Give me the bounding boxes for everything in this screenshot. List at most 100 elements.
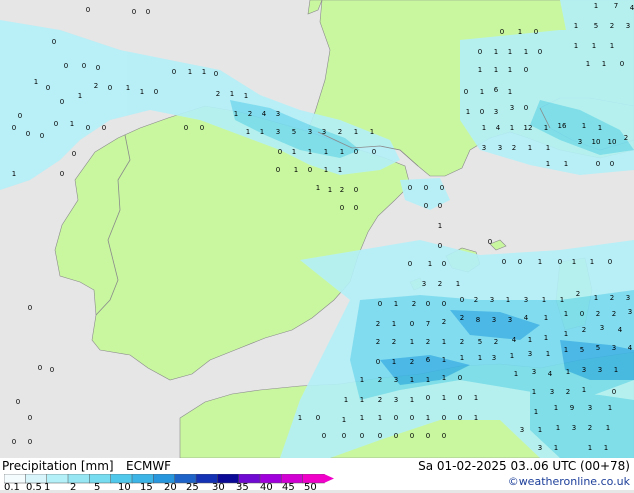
precip-value: 0 [438,202,442,210]
precip-value: 0 [488,238,492,246]
precip-value: 2 [442,318,446,326]
precip-value: 0 [172,68,176,76]
precip-value: 4 [630,4,634,12]
precip-value: 0 [12,438,16,446]
legend-tick: 20 [164,482,177,493]
precip-value: 0 [480,108,484,116]
precip-value: 1 [410,376,414,384]
precip-value: 0 [86,6,90,14]
precip-value: 3 [276,110,280,118]
precip-value: 0 [316,414,320,422]
precip-value: 0 [408,260,412,268]
precip-value: 4 [512,336,517,344]
precip-value: 1 [442,338,446,346]
precip-value: 0 [108,84,112,92]
precip-value: 0 [612,388,616,396]
precip-value: 5 [594,22,598,30]
precip-value: 2 [494,338,498,346]
precip-value: 2 [216,90,220,98]
legend-tick: 25 [186,482,199,493]
precip-value: 0 [102,124,106,132]
precip-value: 1 [506,296,510,304]
precip-value: 3 [588,404,592,412]
precip-value: 0 [558,258,562,266]
precip-value: 1 [574,42,578,50]
precip-value: 1 [582,122,586,130]
precip-value: 0 [620,60,624,68]
precip-value: 1 [442,374,446,382]
legend-tick: 40 [260,482,273,493]
precip-value: 1 [594,294,598,302]
precip-value: 1 [508,88,512,96]
precip-value: 1 [12,170,16,178]
precip-value: 0 [524,66,528,74]
precip-value: 1 [534,408,538,416]
precip-value: 1 [70,120,74,128]
precip-value: 2 [582,326,586,334]
precip-value: 0 [340,204,344,212]
precip-value: 0 [442,414,446,422]
precip-value: 12 [524,124,533,132]
precip-value: 1 [360,414,364,422]
legend-title: Precipitation [mm] [2,459,114,473]
precip-value: 3 [538,444,542,452]
precip-value: 1 [394,300,398,308]
credit-link[interactable]: ©weatheronline.co.uk [508,475,630,488]
precip-value: 1 [466,108,470,116]
precip-value: 4 [628,344,633,352]
precip-value: 1 [78,92,82,100]
precip-value: 1 [564,330,568,338]
precip-value: 0 [538,48,542,56]
precip-value: 0 [394,432,398,440]
precip-value: 1 [610,42,614,50]
precip-value: 1 [546,350,550,358]
precip-value: 3 [494,108,498,116]
precip-value: 3 [492,316,496,324]
precip-value: 0 [424,202,428,210]
precip-value: 1 [426,376,430,384]
precip-value: 1 [426,414,430,422]
precip-value: 0 [72,150,76,158]
precip-value: 1 [564,310,568,318]
precip-value: 5 [580,346,584,354]
precip-value: 0 [378,300,382,308]
legend-tick: 5 [94,482,101,493]
precip-value: 1 [456,280,460,288]
precip-value: 3 [498,144,502,152]
precip-value: 2 [378,396,382,404]
precip-value: 1 [604,444,608,452]
precip-value: 1 [438,222,442,230]
precip-value: 2 [340,186,344,194]
precip-value: 1 [246,128,250,136]
precip-value: 0 [580,310,584,318]
precip-value: 0 [342,432,346,440]
precip-value: 5 [292,128,296,136]
precip-value: 1 [360,376,364,384]
precip-value: 3 [422,280,426,288]
precip-value: 3 [532,368,536,376]
precip-value: 1 [140,88,144,96]
precip-value: 1 [202,68,206,76]
precip-value: 0 [96,64,100,72]
precip-value: 1 [360,396,364,404]
precip-value: 0 [502,258,506,266]
precip-value: 0 [26,130,30,138]
precip-value: 3 [572,424,576,432]
precip-value: 0 [154,88,158,96]
legend-footer: Precipitation [mm] ECMWF Sa 01-02-2025 0… [0,458,634,493]
precip-value: 0 [426,300,430,308]
precip-value: 1 [602,60,606,68]
precip-value: 0 [442,300,446,308]
precip-value: 0 [410,320,414,328]
precip-value: 1 [554,444,558,452]
precip-value: 0 [50,366,54,374]
precip-value: 3 [490,296,494,304]
precip-value: 1 [566,368,570,376]
precip-value: 1 [354,128,358,136]
precip-value: 2 [438,280,442,288]
precip-value: 0 [458,414,462,422]
precip-value: 1 [510,352,514,360]
precip-value: 1 [606,424,610,432]
precip-value: 2 [624,134,628,142]
legend-tick: 10 [118,482,131,493]
